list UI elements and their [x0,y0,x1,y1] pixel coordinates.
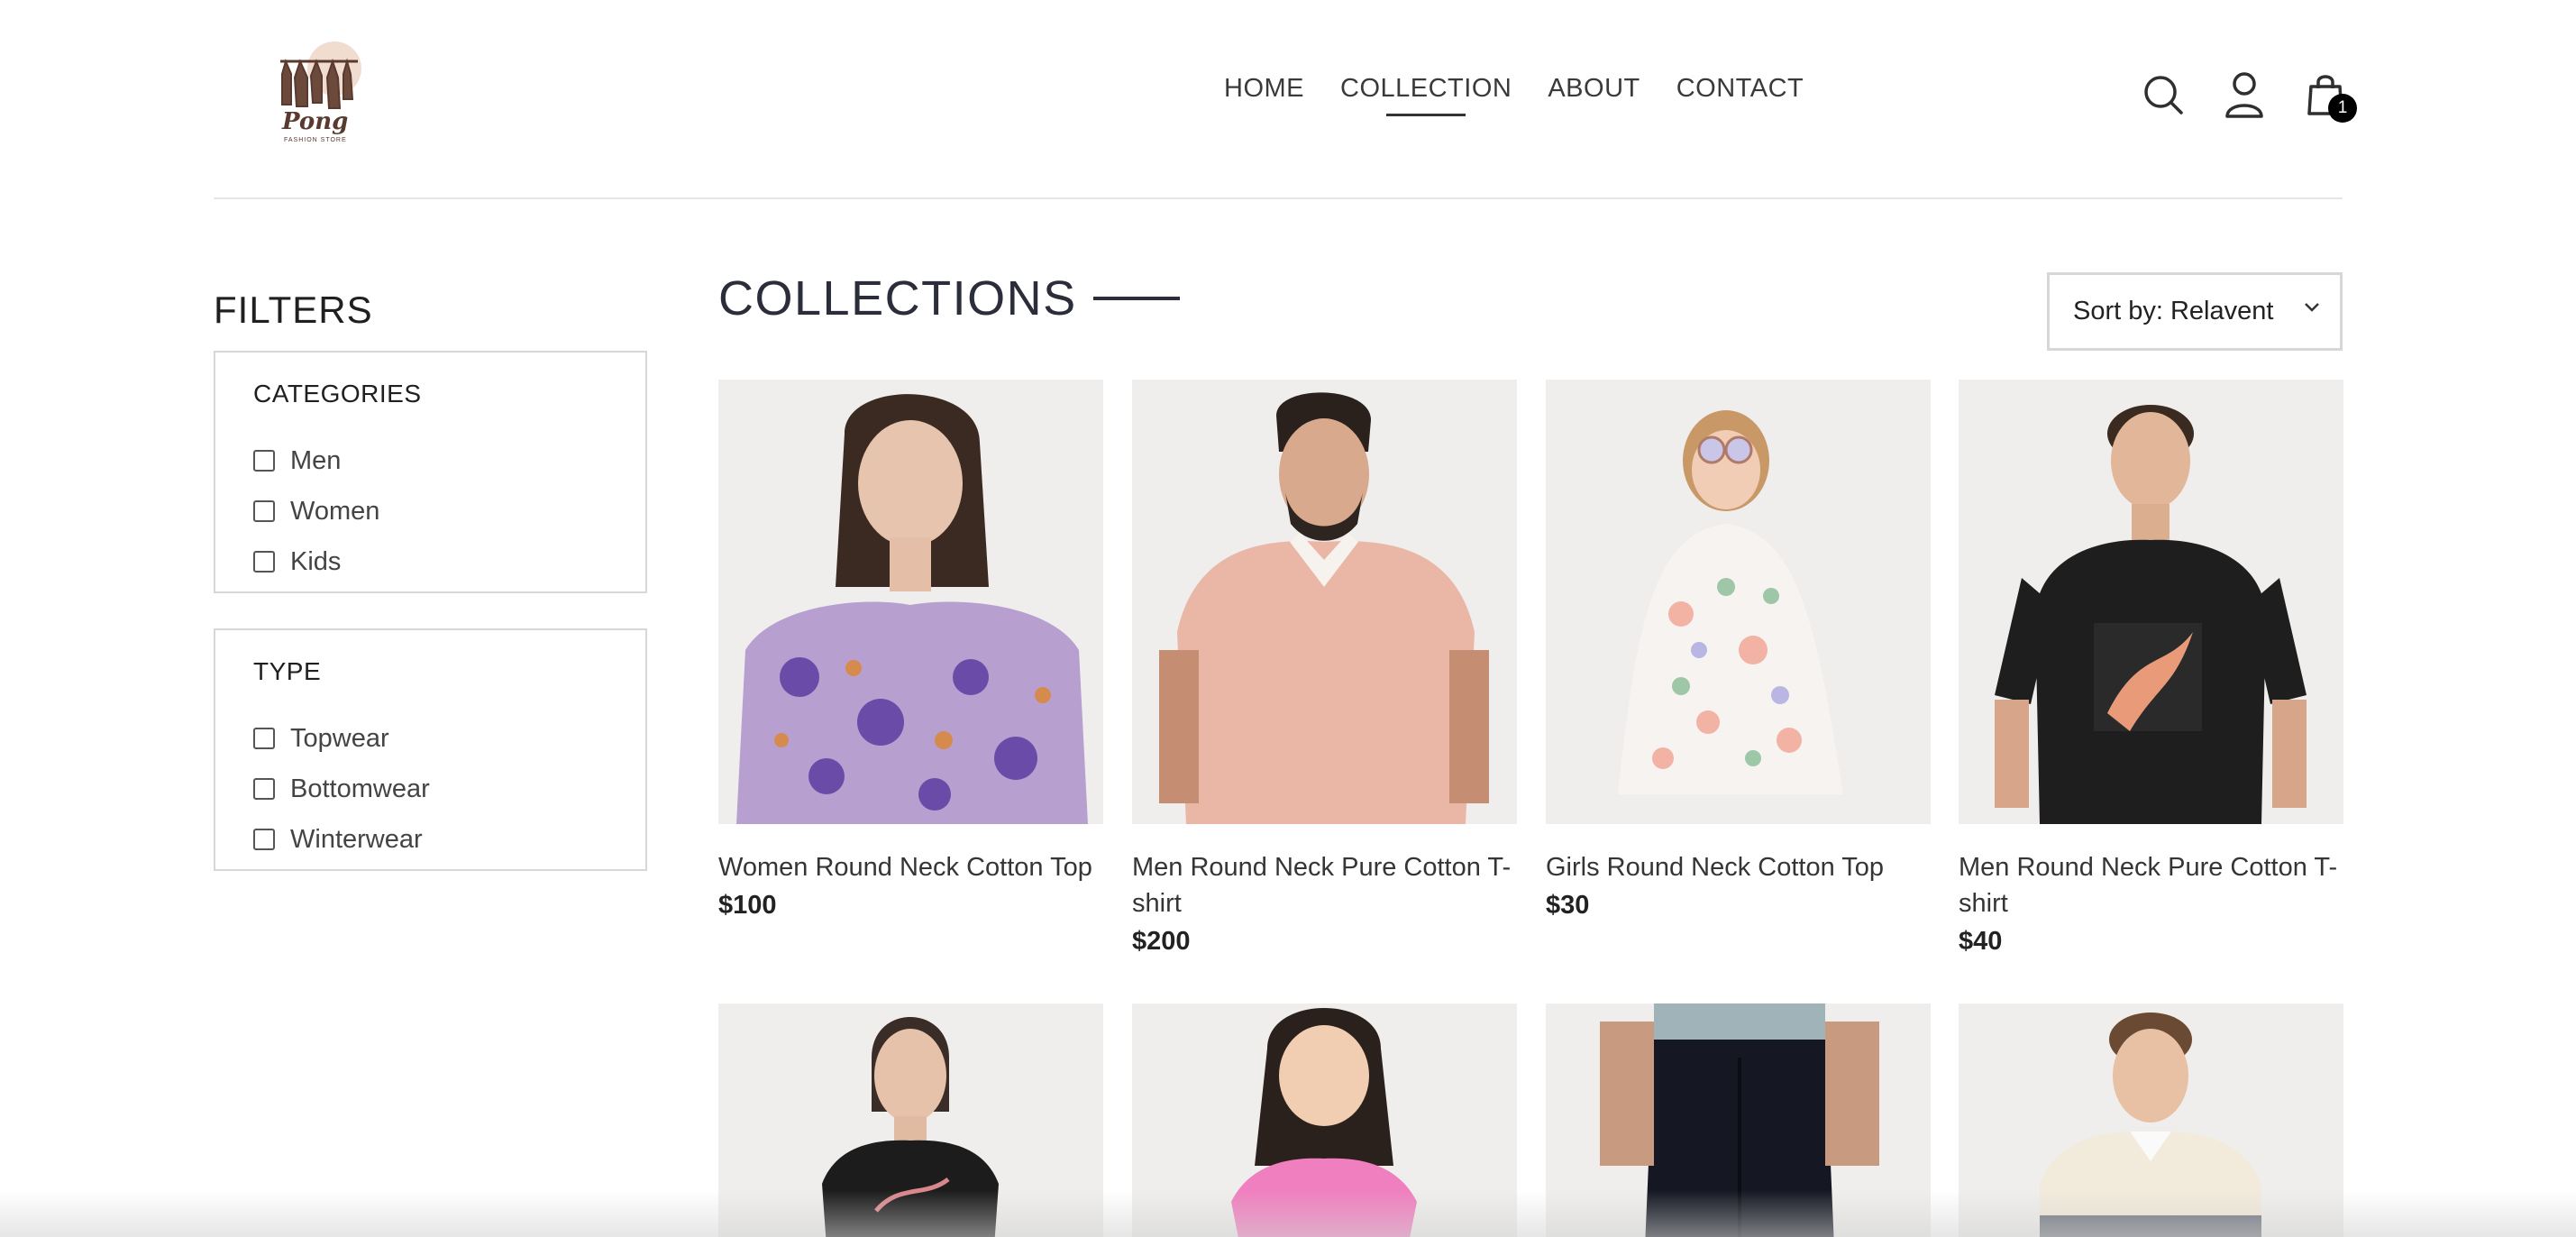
chevron-down-icon [2305,303,2319,312]
product-price: $200 [1132,927,1191,956]
product-card[interactable]: Girls Round Neck Cotton Top $30 [1546,380,1931,921]
logo-text: Pong [282,108,349,135]
product-image[interactable] [1546,1003,1931,1237]
shopping-bag-icon[interactable]: 1 [2303,70,2357,123]
filter-option-kids[interactable]: Kids [253,536,609,587]
product-image[interactable] [1546,380,1931,824]
filter-option-label: Men [290,445,342,475]
product-image[interactable] [1959,1003,2343,1237]
product-image[interactable] [1132,1003,1517,1237]
product-card[interactable]: Women Round Neck Cotton Top $100 [718,380,1103,921]
product-card[interactable] [1132,1003,1517,1237]
categories-filter: CATEGORIES Men Women Kids [214,351,647,593]
product-name[interactable]: Girls Round Neck Cotton Top [1546,849,1931,885]
filter-option-label: Topwear [290,723,389,753]
product-name[interactable]: Men Round Neck Pure Cotton T-shirt [1959,849,2343,921]
main-nav: HOME COLLECTION ABOUT CONTACT [1224,74,1804,113]
sort-label: Sort by: Relavent [2073,297,2274,325]
store-logo[interactable]: Pong FASHION STORE [269,41,369,148]
filter-option-winterwear[interactable]: Winterwear [253,814,609,865]
filter-option-bottomwear[interactable]: Bottomwear [253,764,609,814]
filter-option-women[interactable]: Women [253,486,609,536]
cart-count-badge: 1 [2328,94,2357,123]
filters-title[interactable]: FILTERS [214,289,373,332]
product-image[interactable] [1959,380,2343,824]
nav-contact[interactable]: CONTACT [1676,74,1804,113]
filter-option-label: Women [290,496,380,526]
product-name[interactable]: Women Round Neck Cotton Top [718,849,1103,885]
filter-option-label: Bottomwear [290,774,430,803]
checkbox[interactable] [253,551,275,573]
product-card[interactable]: Men Round Neck Pure Cotton T-shirt $200 [1132,380,1517,957]
nav-home[interactable]: HOME [1224,74,1304,113]
search-icon[interactable] [2141,70,2186,119]
categories-heading: CATEGORIES [253,380,422,408]
checkbox[interactable] [253,829,275,850]
checkbox[interactable] [253,450,275,472]
heading-divider [1092,297,1180,300]
nav-about[interactable]: ABOUT [1548,74,1640,113]
product-card[interactable] [1959,1003,2343,1237]
header-icons: 1 [2141,70,2357,123]
filter-option-topwear[interactable]: Topwear [253,713,609,764]
collections-heading: COLLECTIONS [718,270,1180,326]
filter-option-label: Winterwear [290,824,423,854]
filter-option-men[interactable]: Men [253,435,609,486]
collections-title: COLLECTIONS [718,271,1077,325]
nav-collection[interactable]: COLLECTION [1340,74,1512,113]
product-card[interactable] [1546,1003,1931,1237]
checkbox[interactable] [253,500,275,522]
type-heading: TYPE [253,657,322,685]
product-price: $100 [718,891,777,920]
product-image[interactable] [1132,380,1517,824]
checkbox[interactable] [253,778,275,800]
product-price: $40 [1959,927,2003,956]
type-filter: TYPE Topwear Bottomwear Winterwear [214,628,647,871]
product-card[interactable]: Men Round Neck Pure Cotton T-shirt $40 [1959,380,2343,957]
product-image[interactable] [718,380,1103,824]
product-image[interactable] [718,1003,1103,1237]
user-icon[interactable] [2222,70,2267,119]
logo-subtext: FASHION STORE [284,137,347,143]
product-price: $30 [1546,891,1590,920]
product-name[interactable]: Men Round Neck Pure Cotton T-shirt [1132,849,1517,921]
site-header: Pong FASHION STORE HOME COLLECTION ABOUT… [214,0,2357,199]
sort-select[interactable]: Sort by: Relavent [2047,272,2343,351]
checkbox[interactable] [253,728,275,749]
filter-option-label: Kids [290,546,342,576]
product-card[interactable] [718,1003,1103,1237]
